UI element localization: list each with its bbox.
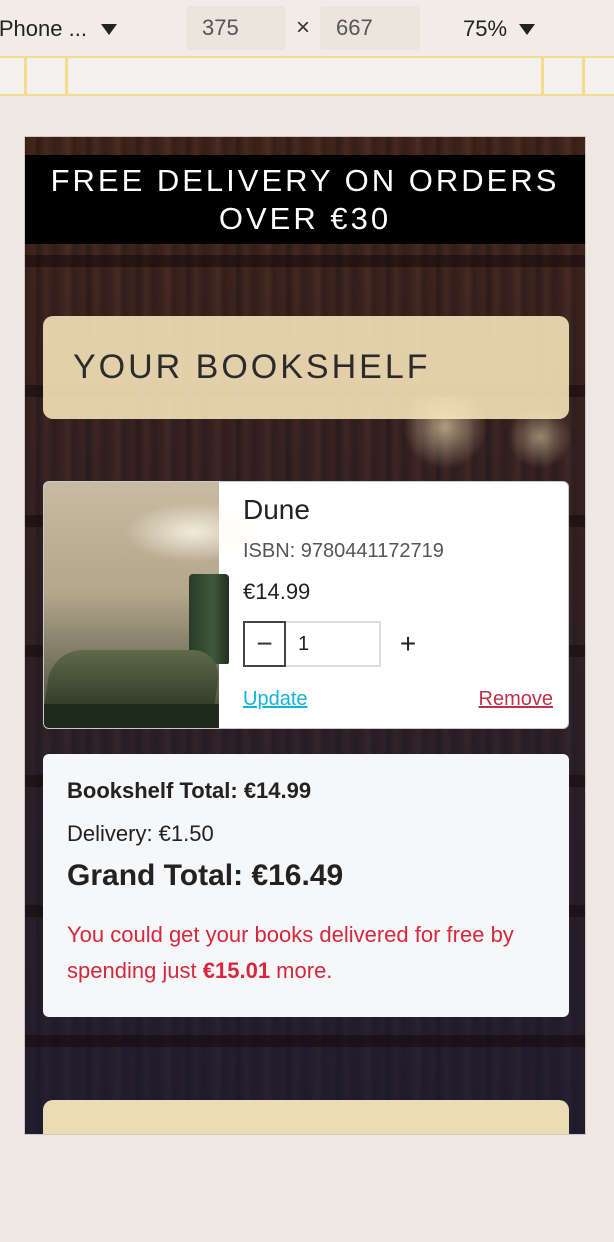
bookshelf-total: Bookshelf Total: €14.99	[67, 778, 312, 803]
free-delivery-amount: €15.01	[202, 958, 271, 983]
item-details: Dune ISBN: 9780441172719 €14.99 − + Upda…	[243, 482, 553, 728]
free-delivery-message-suffix: more.	[270, 958, 333, 983]
chevron-down-icon	[100, 23, 117, 35]
grand-total: Grand Total: €16.49	[67, 859, 344, 892]
zoom-select[interactable]: 75%	[463, 12, 536, 46]
decrement-button[interactable]: −	[243, 621, 286, 667]
quantity-stepper: − +	[243, 621, 423, 667]
ruler-marker	[541, 58, 544, 94]
ruler-marker	[582, 58, 585, 94]
remove-link[interactable]: Remove	[479, 688, 553, 711]
free-delivery-message: You could get your books delivered for f…	[67, 917, 545, 989]
item-isbn: ISBN: 9780441172719	[243, 540, 444, 562]
ruler-marker	[65, 58, 68, 94]
media-query-ruler[interactable]	[0, 56, 614, 96]
bookshelf-item: Dune ISBN: 9780441172719 €14.99 − + Upda…	[43, 481, 569, 729]
device-name: iPhone ...	[0, 16, 87, 41]
viewport-width-input[interactable]: 375	[186, 6, 286, 50]
devtools-device-toolbar: iPhone ... 375 × 667 75%	[0, 0, 614, 56]
dimension-separator: ×	[296, 14, 311, 41]
item-title: Dune	[243, 494, 310, 525]
page-title: YOUR BOOKSHELF	[73, 348, 431, 386]
order-summary-card: Bookshelf Total: €14.99 Delivery: €1.50 …	[43, 754, 569, 1017]
increment-button[interactable]: +	[393, 621, 423, 667]
chevron-down-icon	[519, 23, 536, 35]
item-price: €14.99	[243, 579, 311, 604]
image-open-book	[44, 650, 223, 710]
device-select[interactable]: iPhone ...	[0, 12, 117, 46]
free-delivery-banner: FREE DELIVERY ON ORDERS OVER €30	[25, 155, 585, 244]
viewport-height-input[interactable]: 667	[320, 6, 420, 50]
update-link[interactable]: Update	[243, 688, 308, 711]
delivery-cost: Delivery: €1.50	[67, 821, 214, 846]
checkout-card	[43, 1100, 569, 1134]
page-viewport: FREE DELIVERY ON ORDERS OVER €30 YOUR BO…	[24, 136, 586, 1135]
image-base	[44, 704, 219, 728]
bookshelf-heading-card: YOUR BOOKSHELF	[43, 316, 569, 419]
book-cover-image[interactable]	[44, 482, 264, 728]
quantity-input[interactable]	[286, 621, 381, 667]
minus-icon: −	[256, 628, 273, 659]
plus-icon: +	[399, 628, 417, 659]
ruler-marker	[24, 58, 27, 94]
zoom-value: 75%	[463, 16, 508, 41]
